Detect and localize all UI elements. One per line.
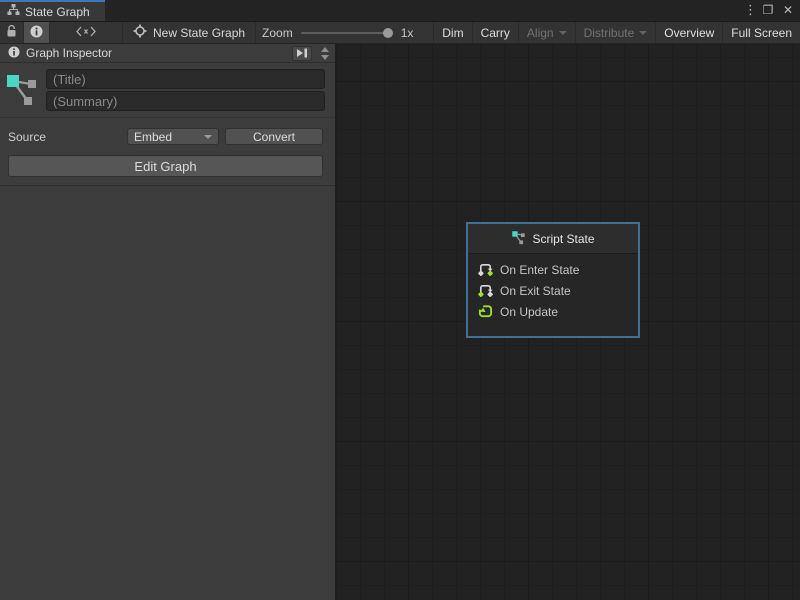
graph-inspector-header: Graph Inspector [0, 44, 335, 63]
state-graph-window: State Graph ⋮ ❐ ✕ [0, 0, 800, 600]
source-dropdown-value: Embed [134, 130, 195, 144]
org-chart-icon [7, 4, 20, 19]
source-row: Source Embed Convert [0, 118, 335, 149]
zoom-slider-handle[interactable] [383, 28, 393, 38]
exit-state-icon [478, 283, 493, 298]
node-event-list: On Enter State On Exit State [468, 254, 638, 320]
enter-state-icon [478, 262, 493, 277]
inspector-toggle-button[interactable] [24, 22, 50, 43]
graph-inspector-panel: Graph Inspector [0, 44, 336, 600]
zoom-control: Zoom 1x [256, 22, 419, 43]
toolbar-right-group: Dim Carry Align Distribute Overview Full… [433, 22, 800, 43]
graph-inspector-title: Graph Inspector [26, 46, 286, 60]
edit-graph-label: Edit Graph [134, 159, 196, 174]
zoom-label: Zoom [262, 26, 293, 40]
graph-meta-section [0, 63, 335, 118]
dim-button[interactable]: Dim [433, 22, 471, 43]
graph-summary-input[interactable] [46, 91, 325, 111]
info-icon [30, 25, 43, 41]
node-event-label: On Enter State [500, 263, 579, 277]
close-icon[interactable]: ✕ [780, 3, 796, 17]
overview-button[interactable]: Overview [655, 22, 722, 43]
zoom-value: 1x [401, 26, 414, 40]
panel-empty-area [0, 186, 335, 600]
node-title: Script State [532, 232, 594, 246]
node-event-on-enter-state[interactable]: On Enter State [478, 261, 638, 278]
chevron-down-icon [559, 31, 567, 35]
script-state-node-header[interactable]: Script State [468, 224, 638, 254]
convert-label: Convert [253, 130, 295, 144]
graph-icon [4, 69, 40, 111]
node-event-label: On Exit State [500, 284, 571, 298]
graph-canvas[interactable]: Script State On Enter State [336, 44, 800, 600]
edit-graph-button[interactable]: Edit Graph [8, 155, 323, 177]
dock-panel-button[interactable] [292, 46, 312, 61]
overview-label: Overview [664, 26, 714, 40]
zoom-slider-track [301, 32, 393, 34]
main-area: Graph Inspector [0, 44, 800, 600]
maximize-icon[interactable]: ❐ [760, 3, 776, 17]
tab-bar: State Graph ⋮ ❐ ✕ [0, 0, 800, 22]
panel-scroll-spinner[interactable] [318, 44, 331, 63]
info-icon [8, 46, 20, 61]
lock-button[interactable] [0, 22, 24, 43]
graph-toolbar: New State Graph Zoom 1x Dim Carry Align … [0, 22, 800, 44]
graph-icon [511, 230, 526, 248]
tab-state-graph[interactable]: State Graph [0, 0, 105, 21]
node-event-on-update[interactable]: On Update [478, 303, 638, 320]
chevron-down-icon [639, 31, 647, 35]
full-screen-button[interactable]: Full Screen [722, 22, 800, 43]
window-menu-icon[interactable]: ⋮ [744, 2, 756, 18]
code-icon [76, 26, 96, 40]
source-label: Source [8, 130, 121, 144]
full-screen-label: Full Screen [731, 26, 792, 40]
align-button[interactable]: Align [518, 22, 575, 43]
scroll-down-icon[interactable] [321, 55, 329, 60]
dock-icon [296, 48, 308, 58]
graph-title-input[interactable] [46, 69, 325, 89]
carry-label: Carry [481, 26, 510, 40]
lock-icon [6, 25, 17, 41]
edit-graph-row: Edit Graph [0, 149, 335, 185]
node-event-on-exit-state[interactable]: On Exit State [478, 282, 638, 299]
distribute-button[interactable]: Distribute [575, 22, 656, 43]
zoom-slider[interactable] [301, 27, 393, 39]
toolbar-spacer [419, 22, 433, 43]
distribute-label: Distribute [584, 26, 635, 40]
convert-button[interactable]: Convert [225, 128, 323, 145]
update-icon [478, 304, 493, 319]
new-state-graph-button[interactable]: New State Graph [123, 22, 256, 43]
code-preview-button[interactable] [50, 22, 123, 43]
align-label: Align [527, 26, 554, 40]
source-dropdown[interactable]: Embed [127, 128, 219, 145]
graph-meta-fields [46, 69, 325, 111]
new-state-graph-label: New State Graph [153, 26, 245, 40]
scroll-up-icon[interactable] [321, 47, 329, 52]
dim-label: Dim [442, 26, 463, 40]
tab-title: State Graph [25, 5, 90, 19]
node-event-label: On Update [500, 305, 558, 319]
state-graph-unit-icon [133, 24, 147, 41]
script-state-node[interactable]: Script State On Enter State [466, 222, 640, 338]
window-controls: ⋮ ❐ ✕ [744, 0, 796, 20]
chevron-down-icon [204, 135, 212, 139]
carry-button[interactable]: Carry [472, 22, 518, 43]
